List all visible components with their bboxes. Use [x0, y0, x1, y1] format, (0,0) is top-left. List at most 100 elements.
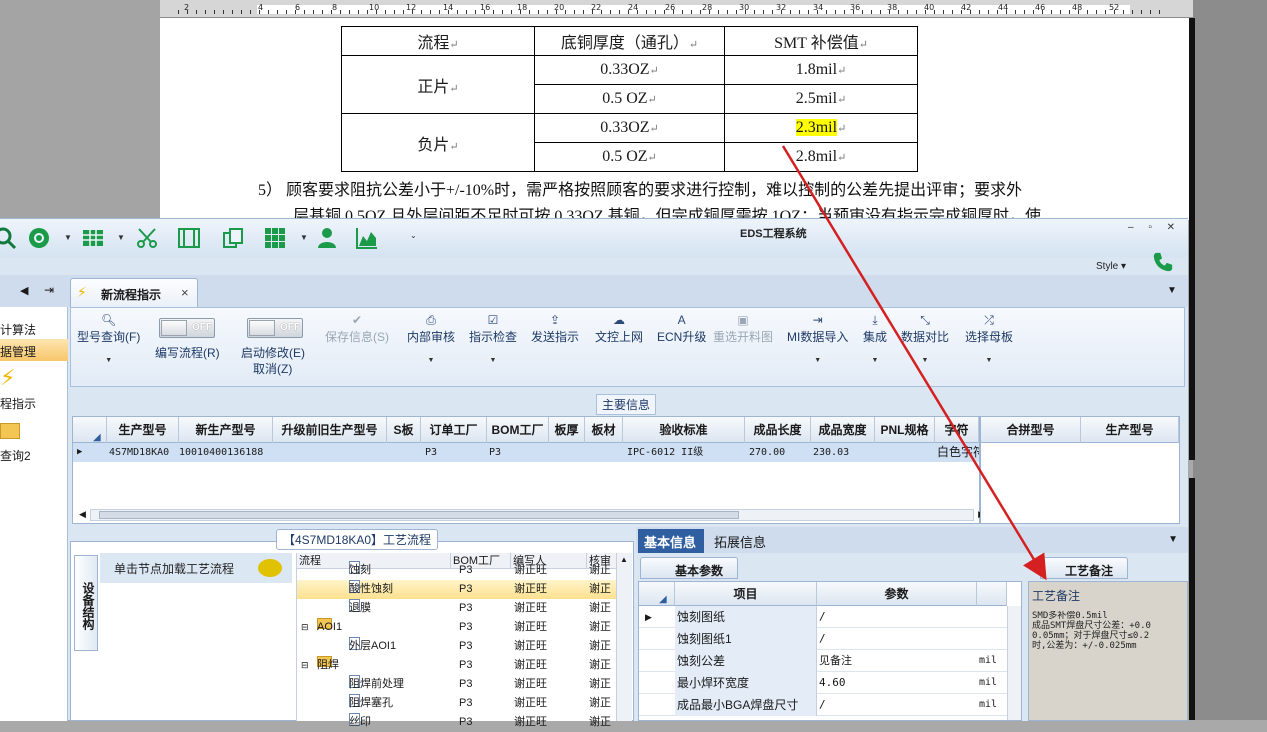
- tree-row[interactable]: 阻焊前处理 P3 谢正旺 谢正: [297, 675, 617, 694]
- nav-item-data-management[interactable]: 数据管理: [0, 339, 68, 361]
- param-row[interactable]: ▶ 蚀刻图纸 /: [639, 606, 1021, 628]
- tree-row[interactable]: ⊟ 阻焊 P3 谢正旺 谢正: [297, 656, 617, 675]
- copy-icon[interactable]: [220, 225, 246, 251]
- column-header[interactable]: PNL规格: [875, 417, 935, 443]
- nav-back-icon[interactable]: ◀: [20, 284, 28, 297]
- mi-import-button[interactable]: ⇥ MI数据导入 ▼: [787, 312, 848, 364]
- tree-row[interactable]: 外层AOI1 P3 谢正旺 谢正: [297, 637, 617, 656]
- tree-row[interactable]: ⊟ AOI1 P3 谢正旺 谢正: [297, 618, 617, 637]
- tree-row[interactable]: 蚀刻 P3 谢正旺 谢正: [297, 561, 617, 580]
- customize-toolbar-icon[interactable]: ⌄: [410, 231, 417, 240]
- tree-row[interactable]: 阻焊塞孔 P3 谢正旺 谢正: [297, 694, 617, 713]
- param-row[interactable]: 最小焊环宽度 4.60 mil: [639, 672, 1021, 694]
- document-paragraph: 5） 顾客要求阻抗公差小于+/-10%时，需严格按照顾客的要求进行控制，难以控制…: [258, 182, 1023, 199]
- ruler-number: 14: [443, 3, 454, 12]
- tree-row[interactable]: 酸性蚀刻 P3 谢正旺 谢正: [297, 580, 617, 599]
- window-controls[interactable]: – ▫ ✕: [1128, 222, 1181, 233]
- column-header[interactable]: 板厚: [549, 417, 585, 443]
- column-header[interactable]: 生产型号: [107, 417, 179, 443]
- chart-icon[interactable]: [354, 225, 380, 251]
- tab-list-icon[interactable]: ▼: [1168, 534, 1178, 545]
- tab-extended-info[interactable]: 拓展信息: [714, 532, 766, 551]
- collapse-icon[interactable]: ⊟: [301, 656, 309, 675]
- column-header[interactable]: 订单工厂: [421, 417, 487, 443]
- row-pointer-icon: ▶: [77, 447, 83, 457]
- grid-icon[interactable]: [262, 225, 288, 251]
- model-query-button[interactable]: 🔍︎ 型号查询(F) ▼: [77, 312, 140, 364]
- process-tree[interactable]: 流程 BOM工厂 编写人 核审 蚀刻 P3 谢正旺 谢正 酸性蚀刻 P3 谢正旺 谢正 退膜 P3…: [296, 553, 617, 728]
- column-header[interactable]: 板材: [585, 417, 623, 443]
- column-header[interactable]: BOM工厂: [487, 417, 549, 443]
- scrollbar-thumb[interactable]: [99, 511, 739, 519]
- data-compare-button[interactable]: ⤡ 数据对比 ▼: [901, 312, 949, 364]
- lifebuoy-icon[interactable]: [26, 225, 52, 251]
- basic-params-grid[interactable]: ◢ 项目 参数 ▶ 蚀刻图纸 / 蚀刻图纸1/蚀刻公差 见备注 mil 最小焊环宽度 4.60…: [638, 581, 1022, 721]
- phone-icon[interactable]: [1152, 251, 1174, 273]
- tree-row[interactable]: 丝印 P3 谢正旺 谢正: [297, 713, 617, 732]
- search-icon[interactable]: [0, 225, 18, 251]
- document-ruler[interactable]: 2 4 6 8 10 12 14 16 18 20 22 24 26 28 30 32 34 36 38 40 42 44…: [160, 0, 1193, 18]
- column-header[interactable]: 成品宽度: [811, 417, 875, 443]
- tree-row[interactable]: 退膜 P3 谢正旺 谢正: [297, 599, 617, 618]
- tab-craft-notes[interactable]: 工艺备注: [1040, 557, 1128, 579]
- nav-item-algorithm[interactable]: 设计算法: [0, 317, 68, 339]
- column-header[interactable]: 合拼型号: [981, 417, 1081, 443]
- select-mother-board-button[interactable]: ⤮ 选择母板 ▼: [965, 312, 1013, 364]
- dropdown-arrow-icon[interactable]: ▼: [117, 233, 125, 242]
- integrate-button[interactable]: ⤓ 集成 ▼: [863, 312, 887, 364]
- column-header[interactable]: 项目: [675, 582, 817, 606]
- compress-icon: ⤡: [920, 313, 930, 327]
- dropdown-arrow-icon[interactable]: ▼: [64, 233, 72, 242]
- nav-forward-icon[interactable]: ⇥: [44, 283, 54, 297]
- column-header[interactable]: 升级前旧生产型号: [273, 417, 387, 443]
- film-icon[interactable]: [176, 225, 202, 251]
- column-header[interactable]: 验收标准: [623, 417, 745, 443]
- tab-basic-info[interactable]: 基本信息: [638, 529, 704, 553]
- ruler-tick: [403, 10, 404, 14]
- param-row[interactable]: 蚀刻公差 见备注 mil: [639, 650, 1021, 672]
- vertical-scrollbar[interactable]: [1007, 606, 1021, 720]
- cancel-button[interactable]: 取消(Z): [253, 360, 292, 377]
- vertical-scrollbar[interactable]: ▲: [616, 553, 632, 721]
- column-header[interactable]: 字符: [935, 417, 979, 443]
- instruction-check-button[interactable]: ☑ 指示检查 ▼: [469, 312, 517, 364]
- internal-audit-button[interactable]: ⎙ 内部审核 ▼: [407, 312, 455, 364]
- param-row[interactable]: 成品最小BGA焊盘尺寸 / mil: [639, 694, 1021, 716]
- merge-model-grid[interactable]: 合拼型号 生产型号: [980, 416, 1180, 524]
- tab-new-flow[interactable]: ⚡ 新流程指示 ×: [70, 278, 198, 308]
- quick-toolbar: ▼ ▼ ▼ ⌄ EDS工程系统 – ▫ ✕: [0, 219, 1188, 257]
- ecn-upgrade-button[interactable]: A ECN升级: [657, 312, 706, 345]
- scissors-icon[interactable]: [134, 225, 160, 251]
- save-info-button[interactable]: ✔ 保存信息(S): [325, 312, 389, 345]
- edit-flow-toggle[interactable]: OFF: [159, 318, 215, 338]
- tab-basic-params[interactable]: 基本参数: [640, 557, 738, 579]
- ruler-number: 44: [998, 3, 1009, 12]
- publish-online-button[interactable]: ☁ 文控上网: [595, 312, 643, 345]
- style-menu[interactable]: Style ▾: [1096, 261, 1126, 272]
- craft-notes-text[interactable]: SMD多补偿0.5mil 成品SMT焊盘尺寸公差：+0.0 0.05mm；对于焊…: [1032, 611, 1184, 651]
- ruler-number: 18: [517, 3, 528, 12]
- dropdown-arrow-icon[interactable]: ▼: [300, 233, 308, 242]
- reselect-cutting-button[interactable]: ▣ 重选开料图: [713, 312, 773, 345]
- nav-item-flow-instruction[interactable]: 流程指示: [0, 391, 68, 413]
- tab-list-icon[interactable]: ▼: [1167, 285, 1177, 296]
- column-header[interactable]: 参数: [817, 582, 977, 606]
- main-info-grid[interactable]: ◢ 生产型号 新生产型号 升级前旧生产型号 S板 订单工厂 BOM工厂 板厚 板…: [72, 416, 980, 524]
- horizontal-scrollbar[interactable]: ◀▶: [79, 509, 985, 521]
- start-modify-toggle[interactable]: OFF: [247, 318, 303, 338]
- param-row[interactable]: 蚀刻图纸1/: [639, 628, 1021, 650]
- nav-item-query2[interactable]: 查询2: [0, 443, 68, 465]
- ruler-tick: [772, 10, 773, 14]
- column-header[interactable]: 新生产型号: [179, 417, 273, 443]
- table-icon[interactable]: [80, 225, 106, 251]
- column-header[interactable]: S板: [387, 417, 421, 443]
- tab-close-icon[interactable]: ×: [181, 285, 189, 300]
- column-header[interactable]: 成品长度: [745, 417, 811, 443]
- vertical-tab-equipment[interactable]: 设备结构: [74, 555, 98, 651]
- column-header[interactable]: 生产型号: [1081, 417, 1179, 443]
- collapse-icon[interactable]: ⊟: [301, 618, 309, 637]
- user-icon[interactable]: [314, 225, 340, 251]
- table-row[interactable]: ▶ 4S7MD18KA0 10010400136188 P3 P3 IPC-60…: [73, 443, 979, 462]
- process-cell: 正片↵: [341, 55, 535, 114]
- send-instruction-button[interactable]: ⇪ 发送指示: [531, 312, 579, 345]
